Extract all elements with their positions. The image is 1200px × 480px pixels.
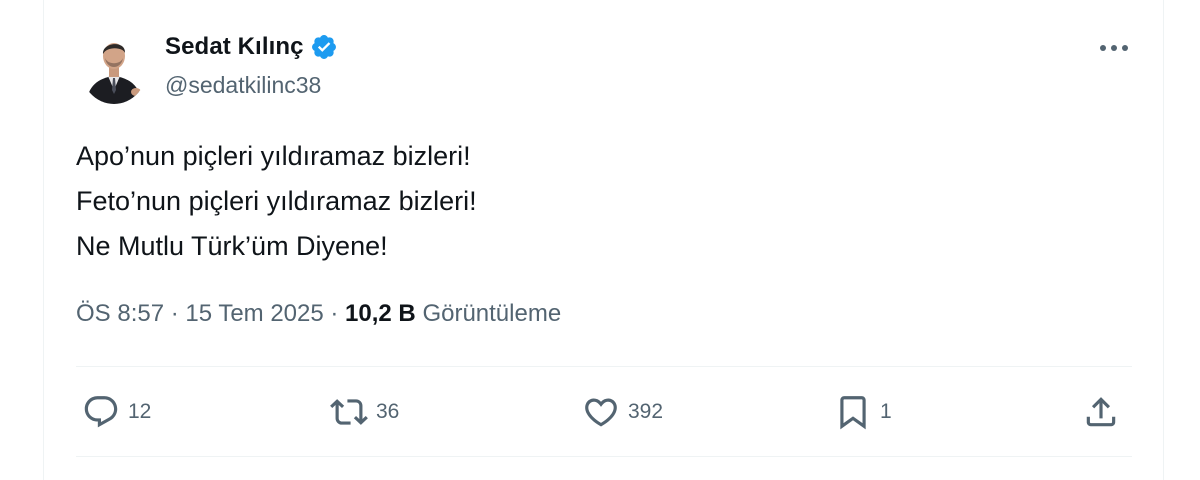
like-icon [585,398,617,427]
avatar-image [80,28,148,104]
tweet-date[interactable]: 15 Tem 2025 [185,300,323,328]
meta-separator: · [164,300,186,327]
tweet-time[interactable]: ÖS 8:57 [76,300,164,328]
bookmark-icon [840,396,866,430]
author-display-name[interactable]: Sedat Kılınç [165,33,304,61]
like-count: 392 [628,400,664,423]
views-spacer [416,300,423,328]
meta-separator: · [323,300,346,327]
divider-bottom [76,456,1132,457]
avatar[interactable] [80,28,148,104]
tweet-meta: ÖS 8:57 · 15 Tem 2025 · 10,2 B Görüntüle… [76,300,561,328]
more-button[interactable] [1094,30,1134,66]
views-count[interactable]: 10,2 B [345,300,416,328]
author-name-row[interactable]: Sedat Kılınç [165,32,338,61]
share-button[interactable] [1082,388,1120,436]
divider-top [76,366,1132,367]
bookmark-count: 1 [880,400,892,423]
like-button[interactable]: 392 [582,388,663,436]
author-handle[interactable]: @sedatkilinc38 [165,72,321,99]
tweet-text: Apo’nun piçleri yıldıramaz bizleri! Feto… [76,134,1126,269]
views-label: Görüntüleme [422,300,562,327]
verified-badge-icon[interactable] [310,33,338,61]
more-icon [1100,45,1128,51]
share-icon [1086,397,1116,427]
tweet-line: Ne Mutlu Türk’üm Diyene! [76,231,388,261]
bookmark-button[interactable]: 1 [834,388,892,436]
repost-button[interactable]: 36 [330,388,399,436]
repost-count: 36 [376,400,400,423]
reply-icon [84,396,118,428]
action-bar: 12 36 392 1 [76,388,1132,436]
reply-button[interactable]: 12 [82,388,151,436]
reply-count: 12 [128,400,152,423]
tweet-line: Feto’nun piçleri yıldıramaz bizleri! [76,186,477,216]
repost-icon [330,399,368,425]
tweet-line: Apo’nun piçleri yıldıramaz bizleri! [76,141,471,171]
